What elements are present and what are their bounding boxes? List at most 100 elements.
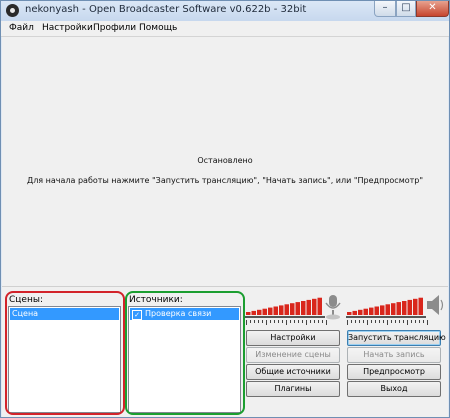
- control-panel: Сцены: Сцена Источники: ✓Проверка связи: [2, 287, 448, 417]
- close-button[interactable]: ✕: [416, 1, 449, 17]
- mic-volume-meter[interactable]: [244, 293, 346, 329]
- menu-file-label: Файл: [9, 23, 34, 33]
- mic-meter-bars: [246, 297, 322, 315]
- mic-meter-bar: [306, 299, 311, 315]
- mic-meter-tick: [266, 320, 267, 325]
- desktop-meter-tick: [423, 320, 424, 323]
- desktop-meter-tick: [419, 320, 420, 323]
- scenes-highlight: [5, 291, 125, 415]
- desktop-meter-tick: [359, 320, 360, 323]
- mic-meter-tick: [258, 320, 259, 323]
- desktop-meter-tick: [347, 320, 348, 325]
- desktop-meter-ticks: [346, 316, 428, 325]
- mic-meter-tick: [250, 320, 251, 323]
- stream-status: Остановлено: [197, 156, 253, 165]
- mic-meter-baseline: [245, 316, 325, 318]
- desktop-meter-tick: [379, 320, 380, 323]
- desktop-meter-tick: [415, 320, 416, 323]
- mic-meter-bar: [290, 303, 295, 315]
- desktop-meter-bar: [391, 303, 396, 315]
- mic-meter-tick: [306, 320, 307, 325]
- desktop-meter-tick: [355, 320, 356, 323]
- preview-button[interactable]: Предпросмотр: [347, 364, 441, 380]
- start-record-button[interactable]: Начать запись: [347, 347, 441, 363]
- desktop-meter-tick: [375, 320, 376, 323]
- desktop-meter-bar: [396, 302, 401, 315]
- speaker-icon[interactable]: [427, 295, 444, 315]
- edit-scene-button[interactable]: Изменение сцены: [246, 347, 340, 363]
- menu-profiles[interactable]: Профили: [93, 23, 136, 33]
- mic-meter-tick: [262, 320, 263, 323]
- exit-button[interactable]: Выход: [347, 381, 441, 397]
- preview-area: Остановлено Для начала работы нажмите "З…: [2, 37, 448, 287]
- mic-meter-tick: [274, 320, 275, 323]
- mic-meter-tick: [254, 320, 255, 323]
- menu-file[interactable]: Файл: [9, 23, 34, 33]
- desktop-meter-tick: [351, 320, 352, 323]
- desktop-meter-baseline: [346, 316, 426, 318]
- mic-meter-tick: [270, 320, 271, 323]
- desktop-meter-tick: [387, 320, 388, 325]
- desktop-meter-tick: [399, 320, 400, 323]
- mic-meter-tick: [294, 320, 295, 323]
- mic-meter-bar: [279, 305, 284, 315]
- mic-meter-ticks: [245, 316, 327, 325]
- desktop-meter-bar: [385, 304, 390, 315]
- desktop-meter-tick: [367, 320, 368, 325]
- settings-button[interactable]: Настройки: [246, 330, 340, 346]
- mic-meter-tick: [326, 320, 327, 325]
- desktop-meter-bar: [407, 299, 412, 315]
- title-bar[interactable]: nekonyash - Open Broadcaster Software v0…: [1, 1, 449, 22]
- plugins-button[interactable]: Плагины: [246, 381, 340, 397]
- desktop-meter-bar: [380, 305, 385, 315]
- maximize-button[interactable]: □: [396, 1, 416, 17]
- mic-meter-bar: [295, 302, 300, 315]
- mic-meter-tick: [282, 320, 283, 323]
- mic-meter-tick: [286, 320, 287, 325]
- desktop-meter-tick: [427, 320, 428, 325]
- microphone-icon[interactable]: [325, 295, 341, 320]
- desktop-meter-bar: [363, 308, 368, 315]
- menu-help[interactable]: Помощь: [139, 23, 177, 33]
- mic-meter-bar: [246, 312, 251, 315]
- mic-meter-tick: [314, 320, 315, 323]
- mic-meter-bar: [257, 309, 262, 315]
- desktop-volume-meter[interactable]: [345, 293, 447, 329]
- start-stream-button[interactable]: Запустить трансляцию: [347, 330, 446, 346]
- desktop-meter-tick: [391, 320, 392, 323]
- menu-help-label: Помощь: [139, 23, 178, 33]
- desktop-meter-tick: [403, 320, 404, 323]
- desktop-meter-bar: [413, 298, 418, 315]
- mic-meter-tick: [298, 320, 299, 323]
- start-hint: Для начала работы нажмите "Запустить тра…: [26, 176, 424, 185]
- desktop-meter-bar: [418, 297, 423, 315]
- desktop-meter-tick: [371, 320, 372, 323]
- mic-meter-tick: [278, 320, 279, 323]
- obs-app-icon: [6, 4, 19, 17]
- mic-meter-bar: [262, 308, 267, 315]
- menu-profiles-label: Профили: [93, 23, 137, 33]
- mic-meter-tick: [318, 320, 319, 323]
- mic-meter-bar: [284, 304, 289, 315]
- sources-highlight: [125, 291, 245, 415]
- desktop-meter-tick: [363, 320, 364, 323]
- mic-meter-bar: [301, 301, 306, 315]
- mic-meter-bar: [312, 298, 317, 315]
- desktop-meter-bar: [347, 312, 352, 315]
- menu-settings-label: Настройки: [42, 23, 93, 33]
- desktop-meter-tick: [395, 320, 396, 323]
- menu-settings[interactable]: Настройки: [42, 23, 93, 33]
- mic-meter-bar: [251, 310, 256, 315]
- desktop-meter-tick: [383, 320, 384, 323]
- window-title: nekonyash - Open Broadcaster Software v0…: [25, 4, 307, 15]
- mic-meter-bar: [268, 307, 273, 315]
- global-sources-button[interactable]: Общие источники: [246, 364, 340, 380]
- desktop-meter-bar: [374, 306, 379, 315]
- mic-meter-tick: [290, 320, 291, 323]
- mic-meter-tick: [246, 320, 247, 325]
- mic-meter-bar: [273, 306, 278, 315]
- app-window: nekonyash - Open Broadcaster Software v0…: [0, 0, 450, 418]
- minimize-button[interactable]: –: [374, 1, 396, 17]
- mic-meter-tick: [302, 320, 303, 323]
- menu-bar: Файл Настройки Профили Помощь: [1, 21, 449, 37]
